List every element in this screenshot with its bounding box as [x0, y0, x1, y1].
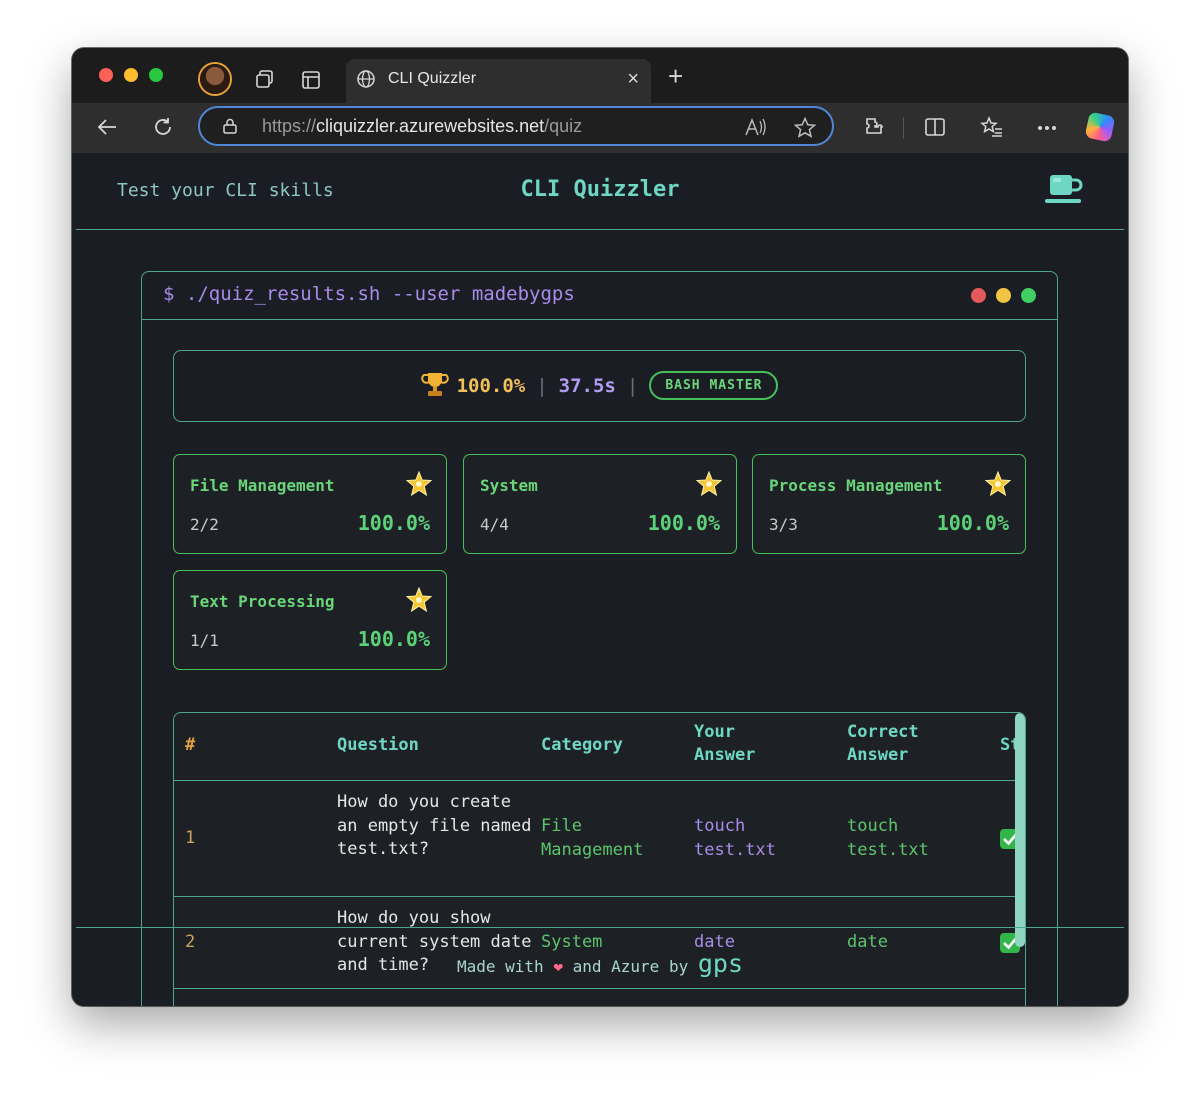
extensions-icon[interactable] — [862, 116, 884, 138]
split-screen-icon[interactable] — [924, 116, 946, 138]
row-divider — [174, 988, 1025, 989]
row-divider — [174, 896, 1025, 897]
browser-toolbar: https://cliquizzler.azurewebsites.net/qu… — [72, 103, 1128, 153]
header-divider — [76, 229, 1124, 230]
category-name: File Management — [190, 476, 335, 495]
tab-actions-icon[interactable] — [300, 69, 322, 91]
page-title: CLI Quizzler — [520, 177, 680, 202]
column-header-index: # — [185, 735, 196, 755]
tab-bar: CLI Quizzler × + — [72, 48, 1128, 103]
table-scrollbar[interactable] — [1015, 713, 1025, 947]
summary-separator: | — [626, 375, 639, 397]
category-name: Process Management — [769, 476, 943, 495]
row-your-answer: touch test.txt — [694, 816, 776, 860]
terminal-yellow-dot — [996, 288, 1011, 303]
browser-window: CLI Quizzler × + https://cliquizzler.azu… — [72, 48, 1128, 1006]
close-tab-icon[interactable]: × — [627, 68, 639, 91]
url-path: /quiz — [544, 116, 583, 136]
toolbar-divider — [903, 117, 904, 139]
heart-icon: ❤ — [553, 957, 563, 976]
close-window-button[interactable] — [99, 68, 113, 82]
category-card-system: System 4/4 100.0% — [463, 454, 737, 554]
footer-divider — [76, 927, 1124, 928]
refresh-icon[interactable] — [152, 116, 174, 138]
terminal-red-dot — [971, 288, 986, 303]
terminal-title-bar: $ ./quiz_results.sh --user madebygps — [142, 272, 1057, 320]
score-value: 100.0% — [456, 375, 526, 397]
copilot-icon[interactable] — [1084, 111, 1116, 143]
maximize-window-button[interactable] — [149, 68, 163, 82]
read-aloud-icon[interactable] — [745, 118, 767, 136]
url-text: https://cliquizzler.azurewebsites.net/qu… — [262, 116, 582, 137]
category-percent: 100.0% — [647, 511, 720, 535]
summary-line: 100.0% | 37.5s | BASH MASTER — [174, 370, 1025, 400]
address-bar[interactable]: https://cliquizzler.azurewebsites.net/qu… — [198, 106, 834, 146]
favorite-star-icon[interactable] — [794, 117, 816, 138]
coffee-cup-icon[interactable] — [1044, 173, 1084, 207]
column-header-category: Category — [541, 735, 623, 755]
category-percent: 100.0% — [357, 511, 430, 535]
glowing-star-icon — [696, 471, 722, 497]
glowing-star-icon — [985, 471, 1011, 497]
url-scheme: https:// — [262, 116, 317, 136]
minimize-window-button[interactable] — [124, 68, 138, 82]
category-count: 2/2 — [190, 515, 219, 534]
footer-prefix: Made with — [456, 957, 544, 976]
more-options-icon[interactable] — [1037, 125, 1057, 131]
terminal-command: $ ./quiz_results.sh --user madebygps — [163, 283, 575, 305]
column-header-your-answer: Your Answer — [694, 722, 756, 765]
row-correct-answer: touch test.txt — [847, 816, 929, 860]
footer-middle: and Azure by — [572, 957, 689, 976]
footer: Made with ❤ and Azure by gps — [76, 949, 1124, 978]
trophy-icon — [420, 373, 449, 396]
category-count: 4/4 — [480, 515, 509, 534]
column-header-question: Question — [337, 735, 419, 755]
category-card-file-management: File Management 2/2 100.0% — [173, 454, 447, 554]
summary-separator: | — [536, 375, 548, 397]
workspaces-icon[interactable] — [254, 68, 276, 90]
category-name: Text Processing — [190, 592, 335, 611]
tab-title: CLI Quizzler — [388, 70, 477, 87]
new-tab-button[interactable]: + — [668, 63, 683, 89]
tab-cli-quizzler[interactable]: CLI Quizzler × — [346, 59, 651, 103]
category-card-text-processing: Text Processing 1/1 100.0% — [173, 570, 447, 670]
row-index: 1 — [185, 828, 196, 848]
category-card-process-management: Process Management 3/3 100.0% — [752, 454, 1026, 554]
category-percent: 100.0% — [357, 627, 430, 651]
favorites-list-icon[interactable] — [980, 116, 1004, 138]
row-question: How do you create an empty file named te… — [337, 792, 532, 859]
header-row-divider — [174, 780, 1025, 781]
back-arrow-icon[interactable] — [96, 116, 118, 138]
page: Test your CLI skills CLI Quizzler $ ./qu… — [76, 153, 1124, 1006]
lock-icon — [223, 118, 237, 134]
row-category: File Management — [541, 816, 644, 860]
results-terminal: $ ./quiz_results.sh --user madebygps 100… — [141, 271, 1058, 1006]
score-summary: 100.0% | 37.5s | BASH MASTER — [173, 350, 1026, 422]
category-name: System — [480, 476, 538, 495]
rank-badge: BASH MASTER — [649, 371, 779, 400]
footer-author-link[interactable]: gps — [698, 949, 743, 978]
column-header-correct-answer: Correct Answer — [847, 722, 919, 765]
globe-icon — [357, 70, 375, 88]
terminal-green-dot — [1021, 288, 1036, 303]
category-count: 3/3 — [769, 515, 798, 534]
category-count: 1/1 — [190, 631, 219, 650]
time-value: 37.5s — [558, 375, 616, 397]
profile-avatar[interactable] — [200, 64, 230, 94]
category-percent: 100.0% — [936, 511, 1009, 535]
glowing-star-icon — [406, 587, 432, 613]
url-host: cliquizzler.azurewebsites.net — [316, 116, 545, 136]
glowing-star-icon — [406, 471, 432, 497]
